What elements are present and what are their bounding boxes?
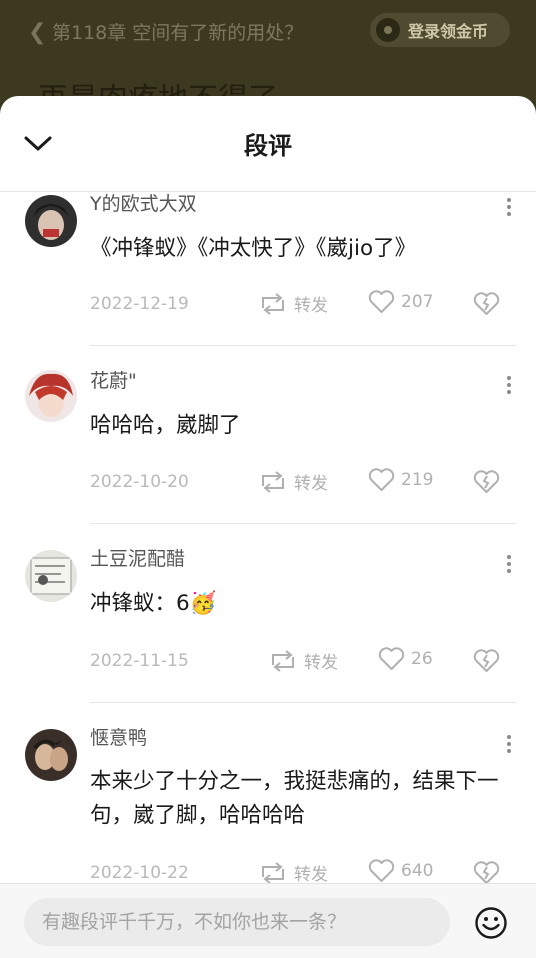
comment-compose-bar bbox=[0, 883, 536, 958]
dislike-broken-heart-icon[interactable] bbox=[473, 292, 500, 316]
sheet-title: 段评 bbox=[244, 132, 292, 160]
more-options-icon[interactable] bbox=[504, 373, 514, 401]
like-count: 207 bbox=[401, 292, 434, 312]
comment-username[interactable]: 花蔚" bbox=[90, 366, 137, 393]
back-chevron-icon[interactable]: ❮ bbox=[28, 20, 46, 45]
comment-text: 冲锋蚁：6🥳 bbox=[90, 587, 510, 621]
more-options-icon[interactable] bbox=[504, 195, 514, 223]
comment-username[interactable]: 土豆泥配醋 bbox=[90, 544, 185, 571]
comment-username[interactable]: Y的欧式大双 bbox=[90, 189, 197, 216]
dislike-broken-heart-icon[interactable] bbox=[473, 649, 500, 673]
comment-divider bbox=[90, 523, 516, 524]
heart-icon bbox=[368, 859, 395, 882]
dislike-broken-heart-icon[interactable] bbox=[473, 470, 500, 494]
like-count: 640 bbox=[401, 861, 434, 881]
avatar[interactable] bbox=[25, 370, 77, 422]
like-button[interactable]: 207 bbox=[368, 290, 433, 314]
repost-label: 转发 bbox=[294, 865, 328, 885]
sheet-header: 段评 bbox=[0, 96, 536, 192]
comment-date: 2022-10-22 bbox=[90, 863, 189, 883]
repost-button[interactable]: 转发 bbox=[268, 648, 338, 673]
comment-username[interactable]: 惬意鸭 bbox=[90, 723, 147, 750]
dislike-broken-heart-icon[interactable] bbox=[473, 861, 500, 885]
comment-item: 土豆泥配醋 冲锋蚁：6🥳 2022-11-15 转发 26 bbox=[0, 548, 536, 709]
repost-icon bbox=[272, 649, 294, 672]
comment-text: 本来少了十分之一，我挺悲痛的，结果下一句，崴了脚，哈哈哈哈 bbox=[90, 769, 499, 828]
comment-date: 2022-11-15 bbox=[90, 651, 189, 671]
like-count: 219 bbox=[401, 470, 434, 490]
comment-date: 2022-12-19 bbox=[90, 294, 189, 314]
avatar[interactable] bbox=[25, 729, 77, 781]
heart-icon bbox=[368, 290, 395, 313]
avatar[interactable] bbox=[25, 195, 77, 247]
more-options-icon[interactable] bbox=[504, 552, 514, 580]
comment-text: 《冲锋蚁》《冲太快了》《崴jio了》 bbox=[90, 236, 417, 261]
like-count: 26 bbox=[411, 649, 433, 669]
repost-icon bbox=[262, 470, 284, 493]
heart-icon bbox=[378, 647, 405, 670]
repost-button[interactable]: 转发 bbox=[258, 469, 328, 494]
comment-item: 惬意鸭 本来少了十分之一，我挺悲痛的，结果下一句，崴了脚，哈哈哈哈 2022-1… bbox=[0, 727, 536, 909]
like-button[interactable]: 26 bbox=[378, 647, 433, 671]
coin-icon bbox=[376, 18, 400, 42]
repost-icon bbox=[262, 292, 284, 315]
party-face-emoji: 🥳 bbox=[189, 591, 217, 616]
comment-item: 花蔚" 哈哈哈，崴脚了 2022-10-20 转发 219 bbox=[0, 370, 536, 530]
emoji-smiley-icon[interactable] bbox=[474, 906, 508, 940]
like-button[interactable]: 219 bbox=[368, 468, 433, 492]
more-options-icon[interactable] bbox=[504, 732, 514, 760]
repost-button[interactable]: 转发 bbox=[258, 860, 328, 885]
comment-text: 哈哈哈，崴脚了 bbox=[90, 413, 241, 438]
comment-item: Y的欧式大双 《冲锋蚁》《冲太快了》《崴jio了》 2022-12-19 转发 … bbox=[0, 192, 536, 352]
repost-button[interactable]: 转发 bbox=[258, 291, 328, 316]
paragraph-comments-sheet: 段评 Y的欧式大双 《冲锋蚁》《冲太快了》《崴jio了》 2022-12-19 … bbox=[0, 96, 536, 958]
comment-input[interactable] bbox=[24, 898, 450, 946]
comment-divider bbox=[90, 345, 516, 346]
login-coin-button[interactable]: 登录领金币 bbox=[370, 13, 510, 47]
login-coin-label: 登录领金币 bbox=[408, 22, 489, 41]
avatar[interactable] bbox=[25, 550, 77, 602]
chapter-title: 第118章 空间有了新的用处？ bbox=[52, 22, 304, 44]
comment-text-body: 冲锋蚁：6 bbox=[90, 591, 190, 616]
repost-label: 转发 bbox=[294, 296, 328, 316]
repost-label: 转发 bbox=[294, 474, 328, 494]
comment-date: 2022-10-20 bbox=[90, 472, 189, 492]
repost-label: 转发 bbox=[304, 653, 338, 673]
heart-icon bbox=[368, 468, 395, 491]
comment-divider bbox=[90, 702, 516, 703]
like-button[interactable]: 640 bbox=[368, 859, 433, 883]
repost-icon bbox=[262, 861, 284, 884]
